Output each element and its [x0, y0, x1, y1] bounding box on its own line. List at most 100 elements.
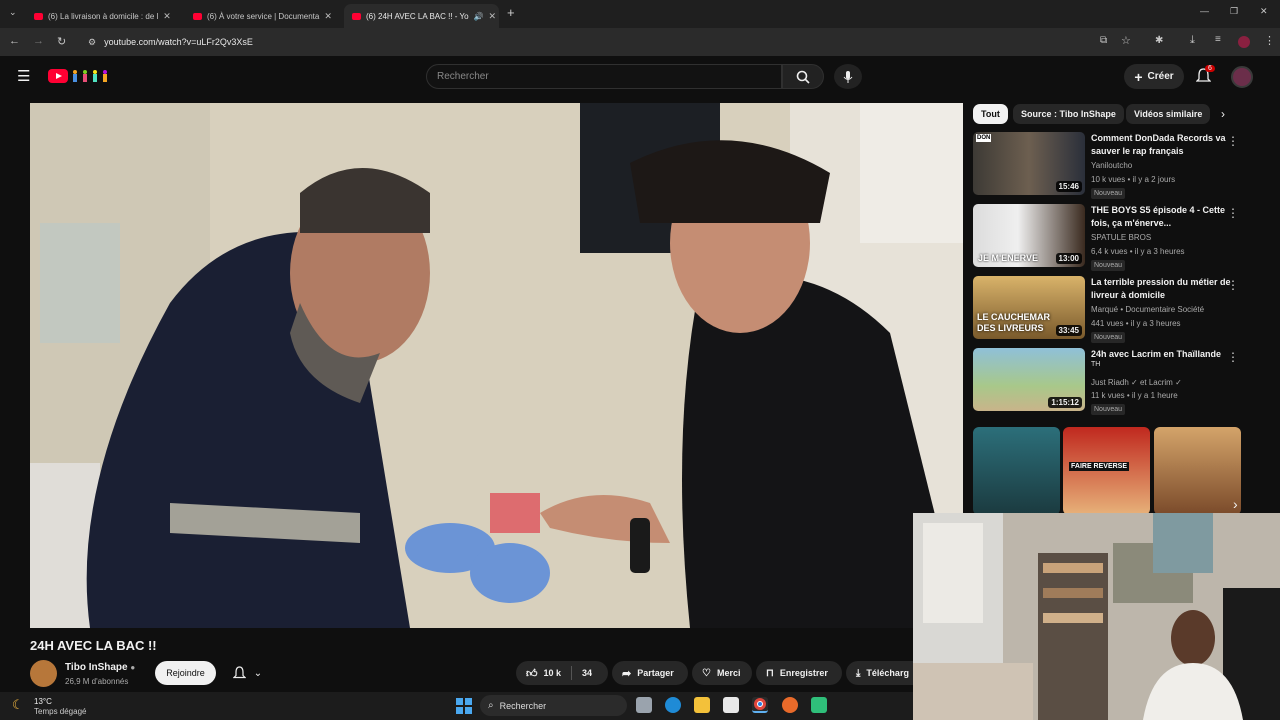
media-control-icon[interactable]: ≡: [1215, 34, 1221, 45]
channel-name[interactable]: Tibo InShape ●: [65, 662, 135, 673]
close-icon[interactable]: ✕: [163, 11, 171, 22]
youtube-favicon-icon: [352, 12, 361, 20]
more-options-icon[interactable]: ⋮: [1227, 206, 1239, 220]
extensions-icon[interactable]: ✱: [1155, 35, 1163, 46]
channel-avatar[interactable]: [30, 660, 57, 687]
youtube-logo[interactable]: [48, 69, 68, 83]
video-thumbnail[interactable]: LE CAUCHEMAR DES LIVREURS 33:45: [973, 276, 1085, 339]
firefox-icon[interactable]: [782, 697, 798, 713]
video-thumbnail[interactable]: DON 15:46: [973, 132, 1085, 195]
duration-badge: 15:46: [1055, 181, 1082, 192]
recommendation-channel[interactable]: SPATULE BROS: [1091, 233, 1151, 242]
duration-badge: 1:15:12: [1048, 397, 1082, 408]
notification-badge: 6: [1205, 65, 1215, 72]
recommendation-channel[interactable]: Just Riadh ✓ et Lacrim ✓: [1091, 378, 1182, 387]
short-thumbnail[interactable]: [973, 427, 1060, 515]
reload-icon[interactable]: ↻: [57, 35, 66, 48]
plus-icon: +: [1134, 68, 1143, 85]
like-count[interactable]: 10 k: [544, 668, 562, 678]
thanks-button[interactable]: ♡ Merci: [692, 661, 752, 685]
account-avatar[interactable]: [1231, 66, 1253, 88]
url-field[interactable]: ⚙ youtube.com/watch?v=uLFr2Qv3XsE: [80, 32, 1090, 52]
chip-source[interactable]: Source : Tibo InShape: [1013, 104, 1124, 124]
youtube-favicon-icon: [193, 12, 202, 20]
close-icon[interactable]: ✕: [489, 11, 497, 22]
download-icon: ⤓: [856, 667, 861, 679]
dislike-count[interactable]: 34: [582, 668, 592, 678]
browser-tab-3-active[interactable]: (6) 24H AVEC LA BAC !! - Yo 🔊 ✕: [344, 4, 499, 28]
audio-icon[interactable]: 🔊: [474, 12, 484, 21]
play-icon: [56, 73, 62, 79]
browser-tab-1[interactable]: (6) La livraison à domicile : de l ✕: [26, 4, 181, 28]
close-icon[interactable]: ✕: [324, 11, 332, 22]
search-input[interactable]: Rechercher: [426, 64, 782, 89]
chip-similar[interactable]: Vidéos similaire: [1126, 104, 1210, 124]
more-options-icon[interactable]: ⋮: [1227, 350, 1239, 364]
task-view-icon[interactable]: [636, 697, 652, 713]
recommendation-channel[interactable]: Yaniloutcho: [1091, 161, 1132, 170]
create-button[interactable]: + Créer: [1124, 64, 1184, 89]
edge-icon[interactable]: [665, 697, 681, 713]
weather-moon-icon[interactable]: ☾: [12, 697, 24, 713]
short-thumbnail[interactable]: [1154, 427, 1241, 515]
weather-temperature[interactable]: 13°C: [34, 697, 52, 706]
webcam-frame: [913, 513, 1280, 720]
recommendation-title[interactable]: La terrible pression du métier de livreu…: [1091, 276, 1231, 302]
file-explorer-icon[interactable]: [694, 697, 710, 713]
save-button[interactable]: ⊓ Enregistrer: [756, 661, 842, 685]
url-text: youtube.com/watch?v=uLFr2Qv3XsE: [104, 37, 253, 47]
weather-description[interactable]: Temps dégagé: [34, 707, 86, 716]
chrome-menu-icon[interactable]: ⋮: [1264, 34, 1275, 47]
recommendation-item[interactable]: DON 15:46 Comment DonDada Records va sau…: [973, 132, 1243, 199]
video-player[interactable]: [30, 103, 963, 628]
share-icon: ➦: [622, 667, 632, 680]
more-options-icon[interactable]: ⋮: [1227, 278, 1239, 292]
bookmark-icon: ⊓: [766, 667, 774, 679]
more-options-icon[interactable]: ⋮: [1227, 134, 1239, 148]
store-icon[interactable]: [723, 697, 739, 713]
recommendation-channel[interactable]: Marqué • Documentaire Société: [1091, 305, 1204, 314]
app-icon[interactable]: [811, 697, 827, 713]
voice-search-button[interactable]: [834, 64, 862, 89]
recommendation-item[interactable]: LE CAUCHEMAR DES LIVREURS 33:45 La terri…: [973, 276, 1243, 343]
video-thumbnail[interactable]: 1:15:12: [973, 348, 1085, 411]
maximize-icon[interactable]: ❐: [1230, 6, 1238, 17]
download-icon[interactable]: ⤓: [1190, 34, 1195, 47]
join-button[interactable]: Rejoindre: [155, 661, 216, 685]
install-icon[interactable]: ⧉: [1100, 35, 1107, 46]
browser-tab-2[interactable]: (6) À votre service | Documenta ✕: [185, 4, 340, 28]
window-close-icon[interactable]: ✕: [1260, 6, 1268, 17]
recommendation-meta: 441 vues • il y a 3 heures: [1091, 319, 1181, 328]
chevron-right-icon[interactable]: ›: [1233, 496, 1238, 512]
chrome-icon: [754, 698, 766, 710]
download-button[interactable]: ⤓ Télécharg: [846, 661, 913, 685]
recommendation-item[interactable]: 1:15:12 24h avec Lacrim en Thaïllande TH…: [973, 348, 1243, 415]
subscription-bell-button[interactable]: ⌄: [225, 661, 270, 685]
video-thumbnail[interactable]: JE M'ENERVE 13:00: [973, 204, 1085, 267]
chrome-taskbar-icon[interactable]: [752, 697, 768, 713]
menu-icon[interactable]: ☰: [17, 67, 30, 85]
tab-list-icon[interactable]: ⌄: [9, 7, 17, 18]
back-icon[interactable]: ←: [9, 35, 20, 47]
share-button[interactable]: ➦ Partager: [612, 661, 688, 685]
bookmark-star-icon[interactable]: ☆: [1121, 34, 1131, 47]
search-button[interactable]: [782, 64, 824, 89]
taskbar-search[interactable]: ⌕ Rechercher: [480, 695, 627, 716]
duration-badge: 33:45: [1055, 325, 1082, 336]
chip-all[interactable]: Tout: [973, 104, 1008, 124]
recommendation-item[interactable]: JE M'ENERVE 13:00 THE BOYS S5 épisode 4 …: [973, 204, 1243, 271]
minimize-icon[interactable]: —: [1200, 6, 1209, 16]
browser-tab-bar: ⌄ (6) La livraison à domicile : de l ✕ (…: [0, 0, 1280, 28]
recommendation-title[interactable]: Comment DonDada Records va sauver le rap…: [1091, 132, 1231, 158]
forward-icon[interactable]: →: [33, 35, 44, 47]
short-thumbnail[interactable]: FAIRE REVERSE: [1063, 427, 1150, 515]
start-button[interactable]: [456, 698, 472, 719]
notifications-button[interactable]: 6: [1195, 65, 1215, 89]
profile-avatar[interactable]: [1238, 36, 1250, 48]
recommendation-title[interactable]: 24h avec Lacrim en Thaïllande: [1091, 348, 1231, 361]
new-tab-button[interactable]: +: [507, 5, 515, 20]
site-info-icon[interactable]: ⚙: [88, 37, 96, 48]
thumbs-up-icon[interactable]: 👍︎: [526, 667, 538, 680]
chevron-right-icon[interactable]: ›: [1221, 107, 1225, 121]
recommendation-title[interactable]: THE BOYS S5 épisode 4 - Cette fois, ça m…: [1091, 204, 1231, 230]
